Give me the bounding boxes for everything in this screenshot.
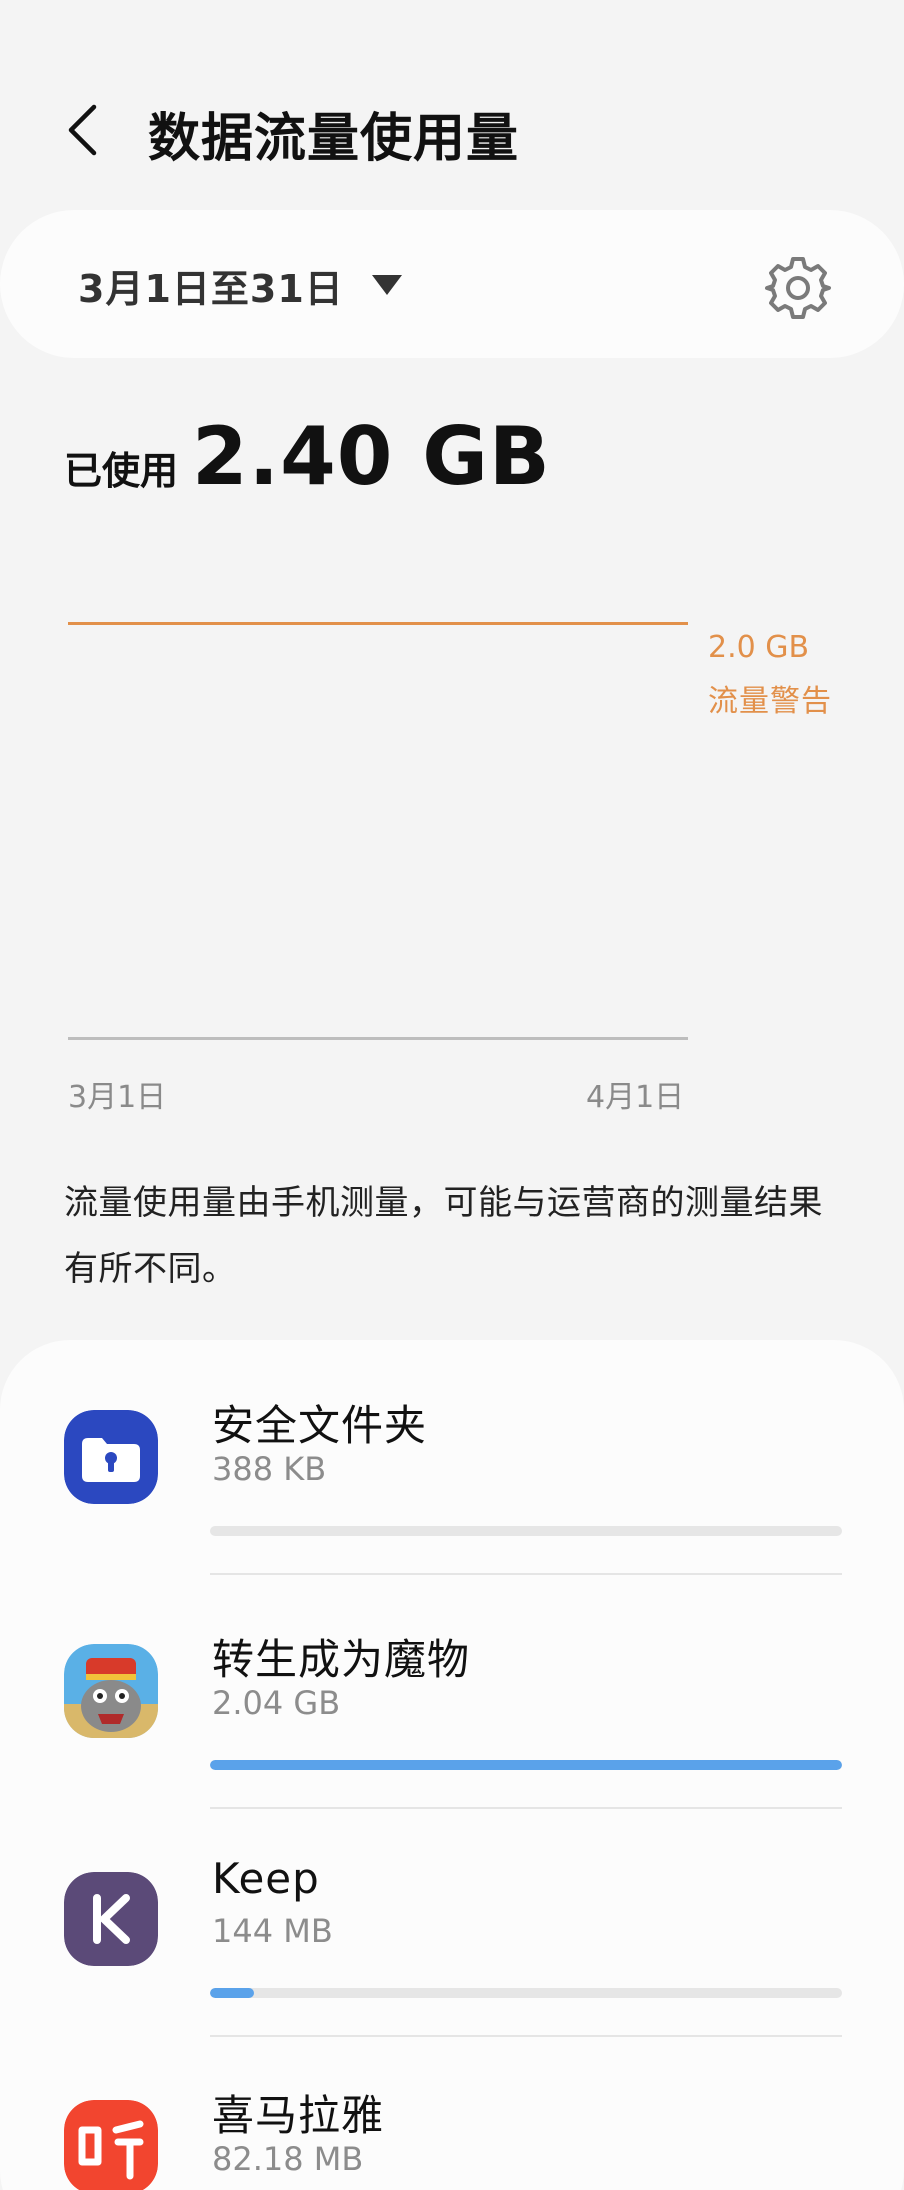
warning-line bbox=[68, 622, 688, 625]
used-summary: 已使用 2.40 GB bbox=[64, 410, 551, 503]
usage-bar-fill bbox=[210, 1988, 255, 1998]
axis-end-label: 4月1日 bbox=[586, 1080, 685, 1115]
app-size: 82.18 MB bbox=[212, 2140, 364, 2178]
usage-bar-fill bbox=[210, 1760, 842, 1770]
app-size: 388 KB bbox=[212, 1450, 327, 1488]
secure-folder-icon bbox=[64, 1410, 158, 1504]
app-size: 2.04 GB bbox=[212, 1684, 341, 1722]
triangle-down-icon bbox=[371, 275, 402, 295]
app-name: 转生成为魔物 bbox=[212, 1635, 471, 1684]
used-value: 2.40 GB bbox=[192, 410, 551, 503]
back-button[interactable] bbox=[50, 90, 110, 165]
app-name: 安全文件夹 bbox=[212, 1401, 428, 1450]
app-header: 数据流量使用量 bbox=[0, 0, 904, 210]
keep-app-icon bbox=[64, 1872, 158, 1966]
app-item-secure-folder[interactable]: 安全文件夹 388 KB bbox=[0, 1340, 904, 1575]
period-card: 3月1日至31日 bbox=[0, 210, 904, 358]
usage-bar bbox=[210, 1760, 842, 1770]
settings-button[interactable] bbox=[760, 250, 836, 326]
period-label: 3月1日至31日 bbox=[78, 266, 344, 311]
gear-icon bbox=[765, 257, 831, 319]
app-item-keep[interactable]: Keep 144 MB bbox=[0, 1802, 904, 2037]
page-title: 数据流量使用量 bbox=[148, 109, 520, 169]
app-name: 喜马拉雅 bbox=[212, 2091, 385, 2140]
app-name: Keep bbox=[212, 1854, 320, 1903]
measurement-note: 流量使用量由手机测量，可能与运营商的测量结果有所不同。 bbox=[64, 1183, 823, 1289]
axis-start-label: 3月1日 bbox=[68, 1080, 167, 1115]
warning-value: 2.0 GB bbox=[708, 630, 810, 665]
app-item-ximalaya[interactable]: 喜马拉雅 82.18 MB bbox=[0, 2030, 904, 2190]
app-size: 144 MB bbox=[212, 1912, 333, 1950]
usage-chart: 2.0 GB 流量警告 3月1日 4月1日 bbox=[0, 580, 904, 1120]
period-dropdown[interactable]: 3月1日至31日 bbox=[78, 250, 402, 320]
chart-axis bbox=[68, 1037, 688, 1040]
app-usage-list: 安全文件夹 388 KB 转生成为魔物 2.04 GB Keep 144 MB … bbox=[0, 1340, 904, 2190]
ximalaya-icon bbox=[64, 2100, 158, 2190]
usage-bar bbox=[210, 1526, 842, 1536]
usage-bar bbox=[210, 1988, 842, 1998]
app-item-game[interactable]: 转生成为魔物 2.04 GB bbox=[0, 1574, 904, 1809]
game-monster-icon bbox=[64, 1644, 158, 1738]
used-label: 已使用 bbox=[64, 449, 179, 493]
chevron-left-icon bbox=[68, 104, 97, 156]
warning-label: 流量警告 bbox=[708, 684, 832, 719]
